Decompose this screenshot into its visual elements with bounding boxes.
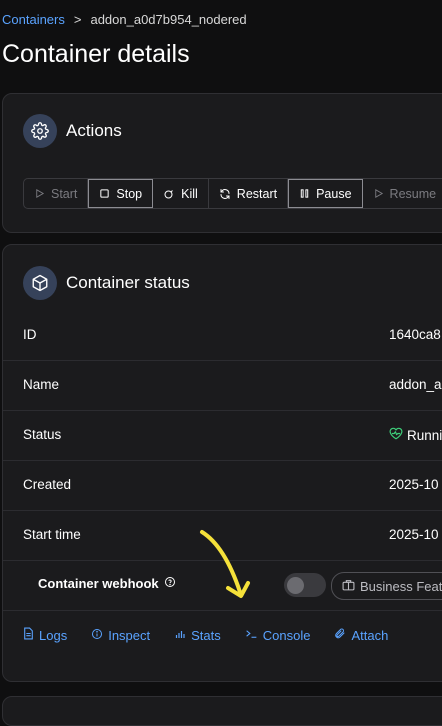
start-time-label: Start time [23, 527, 81, 542]
webhook-label-text: Container webhook [38, 576, 159, 591]
start-button-label: Start [51, 186, 78, 201]
status-value-text: Runni [407, 427, 442, 443]
breadcrumb-containers-link[interactable]: Containers [2, 12, 65, 27]
play-icon [34, 188, 45, 199]
status-row-status: Status Runni [3, 410, 442, 461]
container-links: Logs Inspect Stats Console Attach [23, 627, 388, 643]
id-label: ID [23, 327, 37, 342]
file-icon [23, 627, 34, 643]
created-label: Created [23, 477, 72, 492]
status-row-id: ID 1640ca8 [3, 310, 442, 361]
stop-button[interactable]: Stop [88, 179, 154, 208]
id-value: 1640ca8 [389, 327, 441, 342]
name-value: addon_a [389, 377, 442, 392]
status-label: Status [23, 427, 62, 442]
start-button[interactable]: Start [24, 179, 89, 208]
resume-button[interactable]: Resume [363, 179, 442, 208]
console-link-label: Console [262, 627, 311, 643]
inspect-link[interactable]: Inspect [91, 627, 150, 643]
webhook-label: Container webhook [38, 576, 176, 591]
breadcrumb-current: addon_a0d7b954_nodered [90, 12, 247, 27]
toggle-knob [287, 577, 304, 594]
container-status-title: Container status [66, 273, 190, 292]
terminal-icon [245, 628, 258, 643]
stop-icon [99, 188, 110, 199]
briefcase-icon [342, 579, 355, 594]
business-feature-label: Business Feat [360, 578, 442, 594]
restart-button-label: Restart [236, 186, 278, 201]
business-feature-badge[interactable]: Business Feat [331, 572, 442, 600]
actions-panel: Actions Start Stop Kill Restart Pause Re… [2, 93, 442, 233]
page-title: Container details [2, 40, 190, 68]
kill-button[interactable]: Kill [153, 179, 209, 208]
container-status-header: Container status [23, 266, 190, 300]
refresh-icon [219, 188, 231, 200]
webhook-toggle[interactable] [284, 573, 326, 597]
play-icon [373, 188, 384, 199]
kill-button-label: Kill [181, 186, 198, 201]
status-row-name: Name addon_a [3, 360, 442, 411]
pause-button[interactable]: Pause [288, 179, 363, 208]
info-icon [91, 628, 103, 643]
inspect-link-label: Inspect [108, 627, 151, 643]
stats-link-label: Stats [191, 627, 221, 643]
pause-button-label: Pause [316, 186, 352, 201]
pause-icon [299, 188, 310, 199]
name-label: Name [23, 377, 60, 392]
next-panel [2, 696, 442, 726]
gear-icon [23, 114, 57, 148]
help-icon[interactable] [164, 576, 176, 591]
actions-title: Actions [66, 121, 122, 140]
logs-link[interactable]: Logs [23, 627, 67, 643]
breadcrumb: Containers > addon_a0d7b954_nodered [2, 12, 247, 27]
created-value: 2025-10 [389, 477, 439, 492]
paperclip-icon [334, 627, 346, 643]
breadcrumb-separator: > [73, 12, 82, 27]
attach-link[interactable]: Attach [334, 627, 388, 643]
bomb-icon [163, 188, 175, 200]
cube-icon [23, 266, 57, 300]
console-link[interactable]: Console [245, 627, 311, 643]
start-time-value: 2025-10 [389, 527, 439, 542]
actions-header: Actions [23, 114, 122, 148]
container-status-panel: Container status ID 1640ca8 Name addon_a… [2, 244, 442, 682]
heartbeat-icon [389, 427, 403, 443]
attach-link-label: Attach [351, 627, 389, 643]
annotation-arrow [200, 530, 250, 598]
stop-button-label: Stop [116, 186, 143, 201]
stats-link[interactable]: Stats [174, 627, 221, 643]
resume-button-label: Resume [389, 186, 437, 201]
actions-button-group: Start Stop Kill Restart Pause Resume [23, 178, 442, 209]
status-row-created: Created 2025-10 [3, 460, 442, 511]
logs-link-label: Logs [39, 627, 68, 643]
status-value: Runni [389, 427, 442, 443]
chart-icon [174, 628, 186, 643]
restart-button[interactable]: Restart [209, 179, 289, 208]
